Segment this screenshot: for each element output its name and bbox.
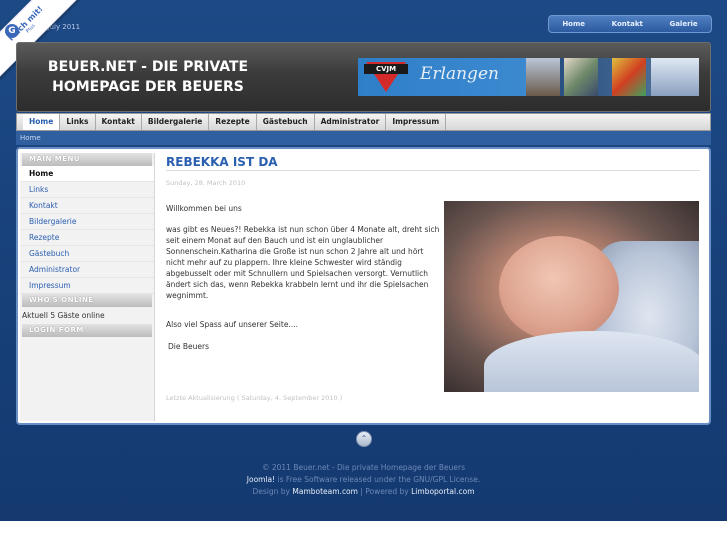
footer: © 2011 Beuer.net - Die private Homepage … <box>0 462 727 498</box>
sidebar-item-gaestebuch[interactable]: Gästebuch <box>20 246 154 262</box>
footer-powered-label: | Powered by <box>357 487 412 496</box>
article-intro: Willkommen bei uns <box>166 204 242 213</box>
site-title-line1: BEUER.NET - DIE PRIVATE <box>47 59 249 75</box>
site-title[interactable]: BEUER.NET - DIE PRIVATE HOMEPAGE DER BEU… <box>43 57 253 97</box>
site-header: BEUER.NET - DIE PRIVATE HOMEPAGE DER BEU… <box>16 42 711 112</box>
online-count-text: Aktuell 5 Gäste online <box>22 311 105 320</box>
cvjm-banner: CVJM Erlangen <box>358 58 699 96</box>
sidebar-item-home[interactable]: Home <box>20 166 154 182</box>
banner-photo-3 <box>612 58 646 96</box>
photo-face <box>499 236 619 341</box>
footer-license-text: is Free Software released under the GNU/… <box>275 475 481 484</box>
top-nav-kontakt[interactable]: Kontakt <box>612 20 643 28</box>
main-nav: Home Links Kontakt Bildergalerie Rezepte… <box>16 113 711 131</box>
footer-joomla-link[interactable]: Joomla! <box>247 475 275 484</box>
content-panel: MAIN MENU Home Links Kontakt Bildergaler… <box>16 147 711 425</box>
footer-design-label: Design by <box>252 487 293 496</box>
footer-mamboteam-link[interactable]: Mamboteam.com <box>292 487 358 496</box>
nav-links[interactable]: Links <box>60 114 96 130</box>
article-title: REBEKKA IST DA <box>166 153 700 171</box>
login-form-heading: LOGIN FORM <box>22 324 152 337</box>
site-title-line2: HOMEPAGE DER BEUERS <box>52 79 244 95</box>
photo-clothes <box>484 331 699 392</box>
page: y, 9. July 2011 Home Kontakt Galerie Mac… <box>0 0 727 521</box>
breadcrumb-home[interactable]: Home <box>20 134 41 142</box>
banner-city-text: Erlangen <box>420 64 499 84</box>
footer-license: Joomla! is Free Software released under … <box>0 474 727 486</box>
top-nav-home[interactable]: Home <box>562 20 585 28</box>
top-bar: y, 9. July 2011 Home Kontakt Galerie <box>0 0 727 40</box>
sidebar-item-bildergalerie[interactable]: Bildergalerie <box>20 214 154 230</box>
footer-limboportal-link[interactable]: Limboportal.com <box>411 487 474 496</box>
scroll-top-icon[interactable]: ⌃ <box>356 431 372 447</box>
sidebar-item-kontakt[interactable]: Kontakt <box>20 198 154 214</box>
main-content: REBEKKA IST DA Sunday, 28. March 2010 Wi… <box>166 153 700 421</box>
nav-bildergalerie[interactable]: Bildergalerie <box>142 114 210 130</box>
breadcrumb: Home <box>16 131 711 145</box>
nav-rezepte[interactable]: Rezepte <box>209 114 257 130</box>
whos-online-heading: WHO'S ONLINE <box>22 294 152 307</box>
footer-credits: Design by Mamboteam.com | Powered by Lim… <box>0 486 727 498</box>
sidebar-item-rezepte[interactable]: Rezepte <box>20 230 154 246</box>
top-nav-galerie[interactable]: Galerie <box>669 20 697 28</box>
nav-administrator[interactable]: Administrator <box>315 114 387 130</box>
article-closing: Also viel Spass auf unserer Seite.... <box>166 320 298 329</box>
baby-photo <box>444 201 699 392</box>
top-nav: Home Kontakt Galerie <box>548 15 712 33</box>
nav-home[interactable]: Home <box>23 114 61 130</box>
sidebar-item-impressum[interactable]: Impressum <box>20 278 154 294</box>
article-body: was gibt es Neues?! Rebekka ist nun scho… <box>166 225 440 300</box>
banner-photo-4 <box>651 58 699 96</box>
banner-photo-1 <box>526 58 560 96</box>
banner-photo-2 <box>564 58 598 96</box>
article-date: Sunday, 28. March 2010 <box>166 179 246 187</box>
article-signature: Die Beuers <box>168 342 209 351</box>
last-modified: Letzte Aktualisierung ( Saturday, 4. Sep… <box>166 394 343 402</box>
sidebar-item-administrator[interactable]: Administrator <box>20 262 154 278</box>
nav-impressum[interactable]: Impressum <box>386 114 447 130</box>
sidebar: MAIN MENU Home Links Kontakt Bildergaler… <box>20 153 155 421</box>
nav-kontakt[interactable]: Kontakt <box>96 114 142 130</box>
google-plus-icon[interactable]: G <box>5 24 19 38</box>
sidebar-item-links[interactable]: Links <box>20 182 154 198</box>
main-menu-heading: MAIN MENU <box>22 153 152 166</box>
footer-copyright: © 2011 Beuer.net - Die private Homepage … <box>261 463 466 472</box>
cvjm-logo-text: CVJM <box>364 64 408 74</box>
nav-gaestebuch[interactable]: Gästebuch <box>257 114 315 130</box>
